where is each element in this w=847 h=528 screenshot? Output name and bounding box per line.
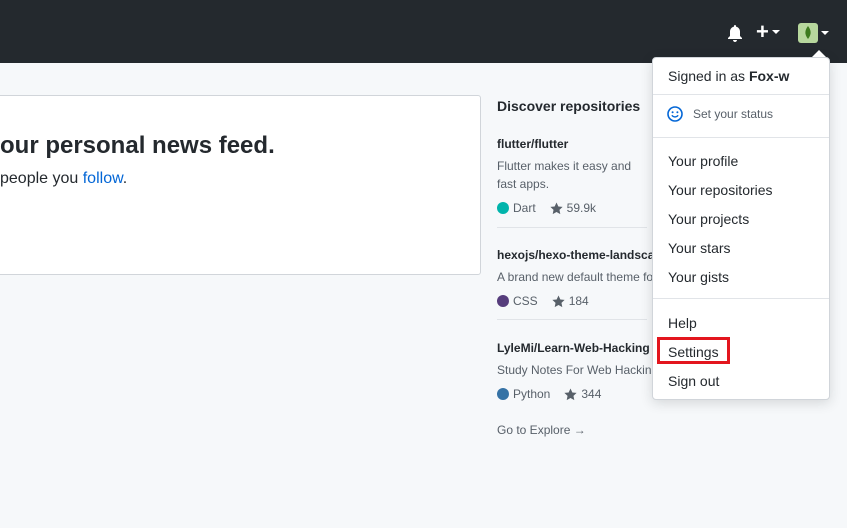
dropdown-divider — [653, 94, 829, 95]
menu-item-help[interactable]: Help — [668, 315, 697, 331]
repo-description: Flutter makes it easy and fast apps. — [497, 159, 632, 191]
language-color-dot — [497, 388, 509, 400]
avatar — [798, 23, 818, 43]
chevron-down-icon — [771, 30, 780, 34]
repo-stars: 344 — [581, 387, 602, 401]
star-icon — [564, 387, 577, 401]
language-color-dot — [497, 202, 509, 214]
subtitle-period: . — [122, 170, 128, 187]
subtitle-text: people you — [0, 170, 83, 187]
repo-description: A brand new default theme fo — [497, 270, 654, 284]
repo-stars: 184 — [568, 294, 589, 308]
discover-title: Discover repositories — [497, 98, 641, 114]
menu-item-your-repositories[interactable]: Your repositories — [668, 182, 773, 198]
top-header: + — [0, 0, 847, 63]
chevron-down-icon — [821, 31, 829, 35]
repo-divider — [497, 227, 647, 228]
bell-icon — [728, 25, 742, 42]
news-feed-title: our personal news feed. — [0, 132, 275, 159]
set-status-label: Set your status — [693, 107, 774, 121]
signed-in-prefix: Signed in as — [668, 68, 749, 84]
settings-highlight-box — [657, 337, 730, 364]
menu-item-sign-out[interactable]: Sign out — [668, 373, 719, 389]
star-icon — [552, 294, 565, 308]
repo-stars: 59.9k — [566, 201, 597, 215]
user-menu-button[interactable] — [798, 22, 829, 44]
follow-link[interactable]: follow — [83, 170, 123, 187]
repo-language: Python — [513, 387, 551, 401]
leaf-icon — [805, 26, 811, 39]
plus-icon: + — [756, 19, 769, 44]
menu-item-your-stars[interactable]: Your stars — [668, 240, 731, 256]
star-icon — [550, 201, 563, 215]
dropdown-caret — [812, 50, 826, 57]
dropdown-divider — [653, 298, 829, 299]
set-status-button[interactable]: Set your status — [667, 106, 773, 122]
create-new-button[interactable]: + — [756, 19, 780, 44]
repo-language: Dart — [513, 201, 536, 215]
notifications-button[interactable] — [727, 23, 745, 43]
dropdown-divider — [653, 137, 829, 138]
menu-item-your-profile[interactable]: Your profile — [668, 153, 738, 169]
repo-divider — [497, 319, 647, 320]
menu-item-your-projects[interactable]: Your projects — [668, 211, 749, 227]
repo-language: CSS — [513, 294, 538, 308]
signed-in-as: Signed in as Fox-w — [668, 68, 789, 84]
menu-item-your-gists[interactable]: Your gists — [668, 269, 729, 285]
username: Fox-w — [748, 68, 790, 84]
language-color-dot — [497, 295, 509, 307]
news-feed-subtitle: people you follow. — [0, 170, 127, 188]
go-to-explore-link[interactable]: Go to Explore → — [497, 423, 586, 437]
repo-description: Study Notes For Web Hacking — [497, 363, 659, 377]
smiley-icon — [667, 106, 683, 122]
